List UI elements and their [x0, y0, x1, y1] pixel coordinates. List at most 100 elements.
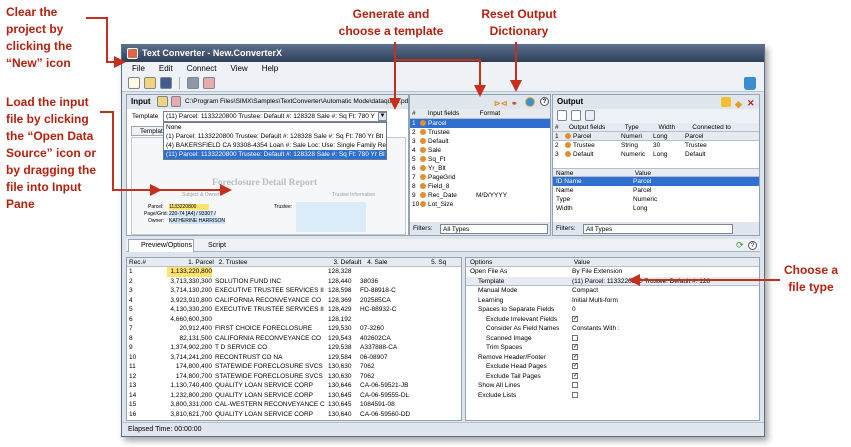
input-filter-select[interactable]: All Types — [440, 224, 548, 234]
table-row[interactable]: 7 20,912,400 FIRST CHOICE FORECLOSURE 129,5… — [127, 324, 461, 334]
option-value[interactable]: ✓ — [572, 343, 752, 353]
option-checkbox[interactable]: ✓ — [572, 363, 578, 370]
property-row[interactable]: Type Numeric — [553, 195, 759, 204]
option-checkbox[interactable] — [572, 334, 578, 341]
refresh-icon[interactable]: ⟳ — [736, 240, 744, 251]
option-row[interactable]: Learning Initial Multi-form — [466, 296, 759, 306]
template-option-selected[interactable]: (11) Parcel: 1133220800 Trustee: Default… — [164, 150, 386, 159]
open-folder-icon[interactable] — [144, 77, 156, 89]
table-row[interactable]: 1 1,133,220,800 128,328 — [127, 267, 461, 277]
table-row[interactable]: 14 1,232,800,200 QUALITY LOAN SERVICE CORP… — [127, 391, 461, 401]
option-checkbox[interactable] — [572, 382, 578, 389]
option-row[interactable]: Show All Lines — [466, 381, 759, 391]
recycle-bin-icon[interactable] — [744, 77, 756, 90]
template-tab[interactable]: Templat — [131, 126, 167, 136]
property-value[interactable]: Parcel — [633, 177, 733, 186]
link-icon[interactable]: ⚭ — [511, 97, 518, 111]
option-value[interactable]: ✓ — [572, 372, 752, 382]
input-field-row[interactable]: 10 Lot_Size — [410, 200, 550, 209]
output-field-type[interactable]: Numeric — [621, 150, 653, 159]
copy-field-icon[interactable] — [571, 110, 581, 121]
option-value[interactable]: Initial Multi-form — [572, 296, 752, 306]
output-field-width[interactable]: 30 — [653, 141, 685, 150]
template-option[interactable]: None — [164, 123, 386, 132]
input-field-row[interactable]: 7 PageGrid — [410, 173, 550, 182]
option-row[interactable]: Remove Header/Footer ✓ — [466, 353, 759, 363]
input-field-row[interactable]: 1 Parcel — [410, 119, 550, 128]
new-field-icon[interactable] — [557, 110, 567, 121]
option-checkbox[interactable]: ✓ — [572, 353, 578, 360]
template-option[interactable]: (1) Parcel: 1133220800 Trustee: Default … — [164, 132, 386, 141]
option-row[interactable]: Exclude Tail Pages ✓ — [466, 372, 759, 382]
save-icon[interactable] — [160, 77, 172, 89]
option-row[interactable]: Exclude Irrelevant Fields ✓ — [466, 315, 759, 325]
close-icon[interactable]: ✕ — [747, 96, 755, 110]
property-value[interactable]: Parcel — [633, 186, 733, 195]
table-row[interactable]: 5 4,130,330,200 EXECUTIVE TRUSTEE SERVICES… — [127, 305, 461, 315]
field-properties-icon[interactable] — [585, 110, 595, 121]
reset-dictionary-icon[interactable] — [721, 97, 731, 107]
output-field-type[interactable]: String — [621, 141, 653, 150]
help-icon[interactable]: ? — [748, 241, 757, 250]
output-field-row[interactable]: 1 Parcel Numeri Long Parcel — [553, 132, 759, 141]
eraser-icon[interactable] — [203, 77, 215, 89]
output-field-width[interactable]: Long — [653, 132, 685, 140]
table-row[interactable]: 15 3,800,331,000 CAL-WESTERN RECONVEYANCE … — [127, 400, 461, 410]
option-row[interactable]: Scanned Image — [466, 334, 759, 344]
option-value[interactable]: ✓ — [572, 353, 752, 363]
property-row[interactable]: ID Name Parcel — [553, 177, 759, 186]
menu-view[interactable]: View — [230, 62, 247, 75]
tab-script[interactable]: Script — [196, 240, 236, 252]
property-value[interactable]: Long — [633, 204, 733, 213]
option-checkbox[interactable]: ✓ — [572, 372, 578, 379]
property-row[interactable]: Width Long — [553, 204, 759, 213]
option-value[interactable] — [572, 381, 752, 391]
tab-preview-options[interactable]: Preview/Options — [128, 239, 194, 252]
output-field-type[interactable]: Numeri — [621, 132, 653, 140]
table-row[interactable]: 4 3,923,910,800 CALIFORNIA RECONVEYANCE CO… — [127, 296, 461, 306]
option-row[interactable]: Trim Spaces ✓ — [466, 343, 759, 353]
generate-template-icon[interactable] — [525, 97, 535, 107]
table-row[interactable]: 8 82,131,500 CALIFORNIA RECONVEYANCE CO 129… — [127, 334, 461, 344]
option-row[interactable]: Open File As By File Extension — [466, 267, 759, 277]
output-filter-select[interactable]: All Types — [583, 224, 733, 234]
input-field-row[interactable]: 9 Rec_Date M/D/YYYY — [410, 191, 550, 200]
menu-edit[interactable]: Edit — [159, 62, 173, 75]
input-field-row[interactable]: 4 Sale — [410, 146, 550, 155]
menu-connect[interactable]: Connect — [187, 62, 217, 75]
table-row[interactable]: 6 4,660,600,300 128,192 — [127, 315, 461, 325]
input-field-row[interactable]: 6 Yr_Blt — [410, 164, 550, 173]
menu-file[interactable]: File — [132, 62, 145, 75]
table-row[interactable]: 16 3,810,621,700 QUALITY LOAN SERVICE CORP… — [127, 410, 461, 420]
option-value[interactable] — [572, 334, 752, 344]
open-data-source-icon[interactable] — [157, 96, 168, 107]
option-row[interactable]: Exclude Lists — [466, 391, 759, 401]
output-field-width[interactable]: Long — [653, 150, 685, 159]
option-checkbox[interactable] — [572, 391, 578, 398]
input-field-row[interactable]: 8 Field_8 — [410, 182, 550, 191]
input-field-row[interactable]: 3 Default — [410, 137, 550, 146]
option-value[interactable]: (11) Parcel: 1133220800 Trustee: Default… — [572, 277, 752, 286]
output-field-connected[interactable]: Default — [685, 150, 745, 159]
table-row[interactable]: 10 3,714,241,200 RECONTRUST CO NA 129,584 06… — [127, 353, 461, 363]
option-value[interactable]: Compact — [572, 286, 752, 296]
input-field-row[interactable]: 2 Trustee — [410, 128, 550, 137]
option-value[interactable]: ✓ — [572, 362, 752, 372]
template-combo[interactable]: (11) Parcel: 1133220800 Trustee: Default… — [163, 111, 387, 122]
chevron-down-icon[interactable]: ▼ — [378, 112, 387, 121]
table-row[interactable]: 9 1,374,902,200 T D SERVICE CO 129,538 A3378… — [127, 343, 461, 353]
table-row[interactable]: 2 3,713,330,300 SOLUTION FUND INC 128,440 38… — [127, 277, 461, 287]
output-field-row[interactable]: 2 Trustee String 30 Trustee — [553, 141, 759, 150]
option-row[interactable]: Exclude Head Pages ✓ — [466, 362, 759, 372]
option-checkbox[interactable]: ✓ — [572, 315, 578, 322]
option-row[interactable]: Manual Mode Compact — [466, 286, 759, 296]
option-value[interactable] — [572, 391, 752, 401]
template-option[interactable]: (4) BAKERSFIELD CA 93308-4354 Loan #: Sa… — [164, 141, 386, 150]
option-row[interactable]: Template (11) Parcel: 1133220800 Trustee:… — [466, 276, 759, 286]
tools-icon[interactable] — [187, 77, 199, 89]
option-row[interactable]: Spaces to Separate Fields 0 — [466, 305, 759, 315]
option-value[interactable]: Constants With : — [572, 324, 752, 334]
output-field-connected[interactable]: Trustee — [685, 141, 745, 150]
table-row[interactable]: 13 1,130,740,400 QUALITY LOAN SERVICE CORP… — [127, 381, 461, 391]
option-checkbox[interactable]: ✓ — [572, 344, 578, 351]
